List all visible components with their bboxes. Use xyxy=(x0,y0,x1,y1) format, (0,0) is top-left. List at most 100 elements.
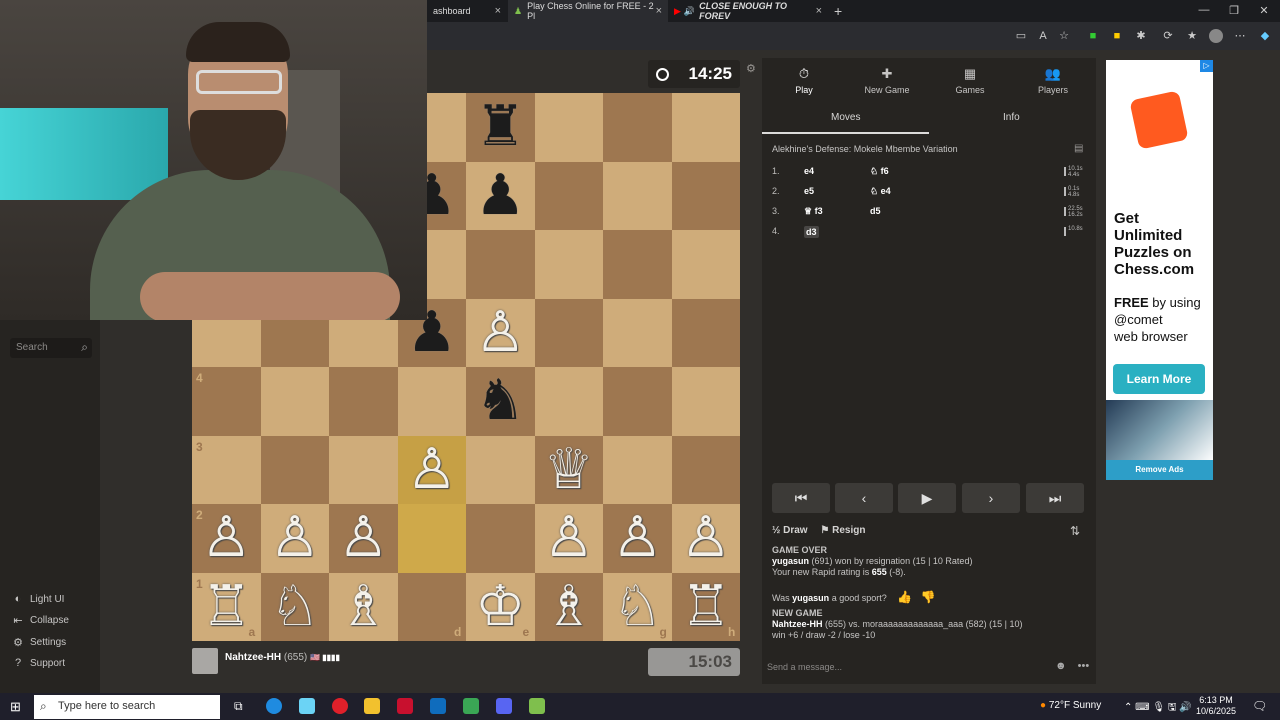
file-explorer-icon[interactable] xyxy=(364,698,380,714)
square-g4[interactable] xyxy=(603,367,672,436)
square-h7[interactable] xyxy=(671,161,740,230)
first-move-button[interactable]: ⏮ xyxy=(772,483,830,513)
player-info[interactable]: Nahtzee-HH (655) 🇺🇸 ▮▮▮▮ xyxy=(225,652,340,663)
browser-tab-chess[interactable]: ♟ Play Chess Online for FREE - 2 Pl × xyxy=(508,0,668,22)
tab-new-game[interactable]: ✚ New Game xyxy=(845,66,929,95)
new-tab-button[interactable]: + xyxy=(834,3,842,19)
more-options-icon[interactable]: ••• xyxy=(1078,660,1090,672)
chat-message-input[interactable]: Send a message... xyxy=(762,655,1096,679)
nav-light-ui[interactable]: ◐ Light UI xyxy=(12,593,65,605)
minimize-button[interactable]: — xyxy=(1194,4,1214,16)
square-g5[interactable] xyxy=(603,298,672,367)
square-g6[interactable] xyxy=(603,230,672,299)
move-row[interactable]: 4. d3 10.8s xyxy=(772,226,1083,240)
square-h8[interactable] xyxy=(671,93,740,162)
square-b3[interactable] xyxy=(260,435,329,504)
close-icon[interactable]: × xyxy=(816,5,822,17)
square-d2[interactable] xyxy=(397,504,466,573)
extension-icon[interactable]: ■ xyxy=(1086,29,1100,43)
split-screen-icon[interactable]: ▭ xyxy=(1014,29,1028,43)
square-c4[interactable] xyxy=(329,367,398,436)
favorite-star-icon[interactable]: ☆ xyxy=(1057,29,1071,43)
subtab-info[interactable]: Info xyxy=(1003,112,1020,123)
piece-c2[interactable]: ♙ xyxy=(329,504,398,572)
notifications-icon[interactable]: 🗨 xyxy=(1252,699,1267,713)
subtab-moves[interactable]: Moves xyxy=(831,112,860,123)
extension-icon[interactable]: ■ xyxy=(1110,29,1124,43)
discord-icon[interactable] xyxy=(496,698,512,714)
square-f5[interactable] xyxy=(534,298,603,367)
piece-c1[interactable]: ♗ xyxy=(329,573,398,641)
windows-start-icon[interactable]: ⊞ xyxy=(10,699,21,715)
square-e2[interactable] xyxy=(466,504,535,573)
app-icon[interactable] xyxy=(463,698,479,714)
previous-move-button[interactable]: ‹ xyxy=(835,483,893,513)
move-row[interactable]: 2. e5 ♘ e4 0.1s 4.8s xyxy=(772,186,1082,200)
piece-f3[interactable]: ♕ xyxy=(535,436,604,504)
ad-close-icon[interactable]: ▷ xyxy=(1200,60,1213,72)
square-b4[interactable] xyxy=(260,367,329,436)
clipboard-icon[interactable]: ▤ xyxy=(1074,143,1083,154)
emoji-icon[interactable]: ☻ xyxy=(1055,660,1067,672)
square-d4[interactable] xyxy=(397,367,466,436)
search-input[interactable]: Search ⌕ xyxy=(10,338,92,358)
read-aloud-icon[interactable]: A xyxy=(1036,29,1050,43)
app-icon[interactable] xyxy=(397,698,413,714)
thumbs-up-icon[interactable]: 👍 xyxy=(897,590,912,604)
taskbar-search-input[interactable]: Type here to search xyxy=(34,695,220,719)
favorites-icon[interactable]: ★ xyxy=(1185,29,1199,43)
square-f4[interactable] xyxy=(534,367,603,436)
close-icon[interactable]: × xyxy=(495,5,501,17)
tab-play[interactable]: ⏱ Play xyxy=(762,66,846,95)
outlook-icon[interactable] xyxy=(430,698,446,714)
close-icon[interactable]: × xyxy=(656,5,662,17)
more-menu-icon[interactable]: ⋯ xyxy=(1233,29,1247,43)
square-e6[interactable] xyxy=(466,230,535,299)
piece-d3[interactable]: ♙ xyxy=(398,436,467,504)
move-row[interactable]: 1. e4 ♘ f6 10.1s 4.4s xyxy=(772,166,1083,180)
browser-tab-youtube[interactable]: ▶ 🔊 CLOSE ENOUGH TO FOREV × xyxy=(668,0,828,22)
square-e3[interactable] xyxy=(466,435,535,504)
system-tray-icons[interactable]: ⌃ ⌨ 🎙 🖫 🔊 xyxy=(1124,700,1192,717)
opera-icon[interactable] xyxy=(332,698,348,714)
tab-players[interactable]: 👥 Players xyxy=(1011,66,1095,95)
square-h5[interactable] xyxy=(671,298,740,367)
piece-b1[interactable]: ♘ xyxy=(261,573,330,641)
piece-e5[interactable]: ♙ xyxy=(466,299,535,367)
resign-button[interactable]: ⚑ Resign xyxy=(820,525,865,536)
speaker-icon[interactable]: 🔊 xyxy=(684,6,695,17)
nav-support[interactable]: ? Support xyxy=(12,657,65,669)
move-row[interactable]: 3. ♕ f3 d5 22.5s 16.2s xyxy=(772,206,1083,220)
thumbs-down-icon[interactable]: 👎 xyxy=(921,590,936,604)
square-g7[interactable] xyxy=(603,161,672,230)
piece-f1[interactable]: ♗ xyxy=(535,573,604,641)
nav-settings[interactable]: ⚙ Settings xyxy=(12,636,66,649)
weather-widget[interactable]: ● 72°F Sunny xyxy=(1040,700,1101,711)
piece-h2[interactable]: ♙ xyxy=(672,504,741,572)
close-window-button[interactable]: ✕ xyxy=(1254,4,1274,17)
nav-collapse[interactable]: ⇤ Collapse xyxy=(12,614,69,627)
chess-app-icon[interactable] xyxy=(529,698,545,714)
piece-e7[interactable]: ♟ xyxy=(466,162,535,230)
sync-icon[interactable]: ⟳ xyxy=(1161,29,1175,43)
maximize-button[interactable]: ❐ xyxy=(1224,4,1244,17)
square-c3[interactable] xyxy=(329,435,398,504)
square-h6[interactable] xyxy=(671,230,740,299)
square-h4[interactable] xyxy=(671,367,740,436)
edge-icon[interactable] xyxy=(266,698,282,714)
piece-b2[interactable]: ♙ xyxy=(261,504,330,572)
extensions-icon[interactable]: ✱ xyxy=(1134,29,1148,43)
tab-games[interactable]: ▦ Games xyxy=(928,66,1012,95)
piece-e4[interactable]: ♞ xyxy=(466,367,535,435)
learn-more-button[interactable]: Learn More xyxy=(1113,364,1205,394)
copilot-icon[interactable] xyxy=(299,698,315,714)
square-f7[interactable] xyxy=(534,161,603,230)
piece-g2[interactable]: ♙ xyxy=(603,504,672,572)
flip-board-icon[interactable]: ⇅ xyxy=(1070,524,1080,538)
square-f8[interactable] xyxy=(534,93,603,162)
square-f6[interactable] xyxy=(534,230,603,299)
square-h3[interactable] xyxy=(671,435,740,504)
piece-f2[interactable]: ♙ xyxy=(535,504,604,572)
board-settings-gear-icon[interactable]: ⚙ xyxy=(746,62,756,75)
next-move-button[interactable]: › xyxy=(962,483,1020,513)
